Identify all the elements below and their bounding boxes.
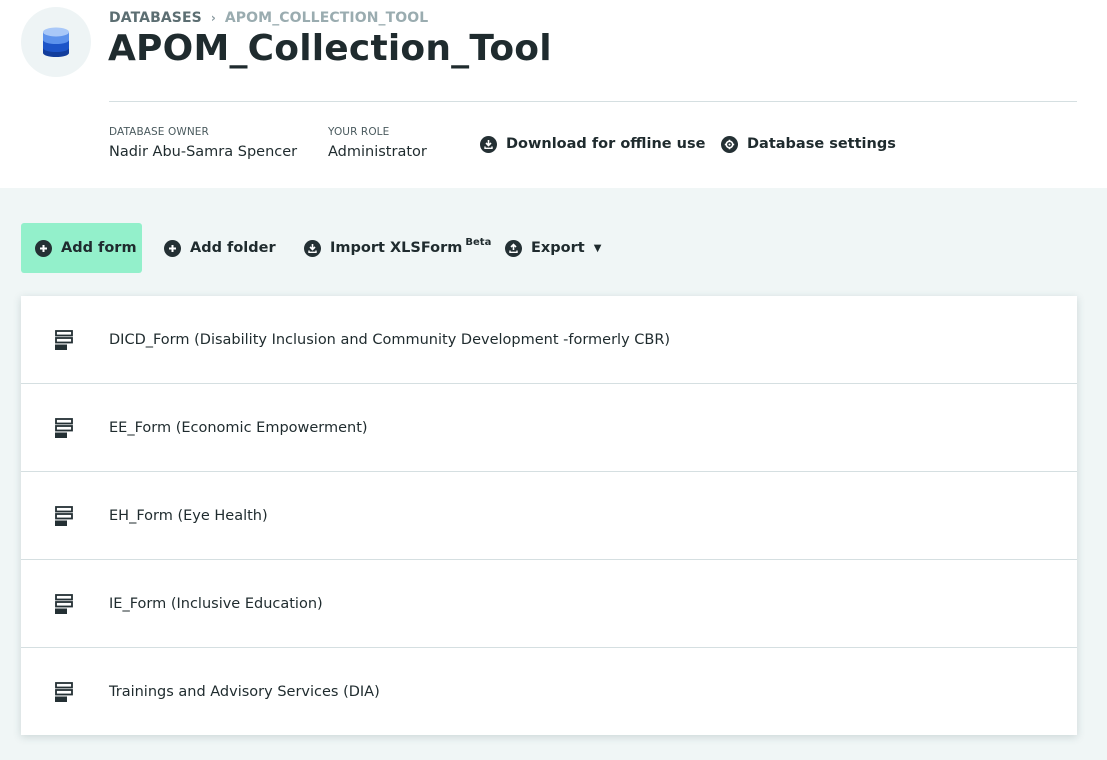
database-owner-label: DATABASE OWNER bbox=[109, 126, 209, 138]
database-avatar bbox=[21, 7, 91, 77]
add-folder-label: Add folder bbox=[190, 240, 276, 256]
export-label: Export bbox=[531, 240, 585, 256]
form-name: IE_Form (Inclusive Education) bbox=[109, 595, 323, 612]
your-role-label: YOUR ROLE bbox=[328, 126, 390, 138]
form-icon bbox=[55, 594, 73, 614]
database-settings-button[interactable]: Database settings bbox=[721, 134, 896, 154]
form-list: DICD_Form (Disability Inclusion and Comm… bbox=[21, 296, 1077, 735]
form-list-item[interactable]: DICD_Form (Disability Inclusion and Comm… bbox=[21, 296, 1077, 384]
add-form-button[interactable]: Add form bbox=[21, 223, 142, 273]
form-icon bbox=[55, 330, 73, 350]
import-xlsform-label: Import XLSForm bbox=[330, 240, 463, 256]
header-divider bbox=[109, 101, 1077, 102]
breadcrumb-databases-link[interactable]: DATABASES bbox=[109, 10, 202, 26]
gear-icon bbox=[721, 135, 738, 153]
form-name: EH_Form (Eye Health) bbox=[109, 507, 268, 524]
form-icon bbox=[55, 506, 73, 526]
import-icon bbox=[304, 239, 321, 257]
add-form-label: Add form bbox=[61, 240, 137, 256]
add-folder-button[interactable]: Add folder bbox=[164, 223, 276, 273]
export-icon bbox=[505, 239, 522, 257]
breadcrumb-current: APOM_COLLECTION_TOOL bbox=[224, 10, 429, 26]
export-dropdown-button[interactable]: Export ▼ bbox=[505, 223, 601, 273]
form-name: EE_Form (Economic Empowerment) bbox=[109, 419, 368, 436]
form-list-item[interactable]: Trainings and Advisory Services (DIA) bbox=[21, 648, 1077, 735]
form-list-item[interactable]: IE_Form (Inclusive Education) bbox=[21, 560, 1077, 648]
database-owner-value: Nadir Abu-Samra Spencer bbox=[109, 144, 298, 160]
download-offline-button[interactable]: Download for offline use bbox=[480, 134, 705, 154]
database-header: DATABASES › APOM_COLLECTION_TOOL APOM_Co… bbox=[0, 0, 1107, 188]
page-title: APOM_Collection_Tool bbox=[108, 28, 552, 69]
plus-circle-icon bbox=[164, 239, 181, 257]
download-offline-label: Download for offline use bbox=[506, 136, 706, 152]
chevron-down-icon: ▼ bbox=[593, 242, 602, 254]
database-owner: DATABASE OWNER Nadir Abu-Samra Spencer bbox=[109, 126, 297, 160]
database-settings-label: Database settings bbox=[747, 136, 896, 152]
your-role-value: Administrator bbox=[328, 144, 427, 160]
download-icon bbox=[480, 135, 497, 153]
import-xlsform-button[interactable]: Import XLSForm Beta bbox=[304, 223, 491, 273]
form-name: DICD_Form (Disability Inclusion and Comm… bbox=[109, 331, 671, 348]
database-icon bbox=[43, 27, 69, 57]
breadcrumb: DATABASES › APOM_COLLECTION_TOOL bbox=[109, 9, 428, 27]
breadcrumb-separator-icon: › bbox=[210, 11, 216, 25]
your-role: YOUR ROLE Administrator bbox=[328, 126, 427, 160]
form-name: Trainings and Advisory Services (DIA) bbox=[109, 683, 380, 700]
plus-circle-icon bbox=[35, 239, 52, 257]
form-icon bbox=[55, 682, 73, 702]
beta-badge: Beta bbox=[465, 236, 492, 248]
form-list-item[interactable]: EE_Form (Economic Empowerment) bbox=[21, 384, 1077, 472]
form-icon bbox=[55, 418, 73, 438]
form-list-item[interactable]: EH_Form (Eye Health) bbox=[21, 472, 1077, 560]
